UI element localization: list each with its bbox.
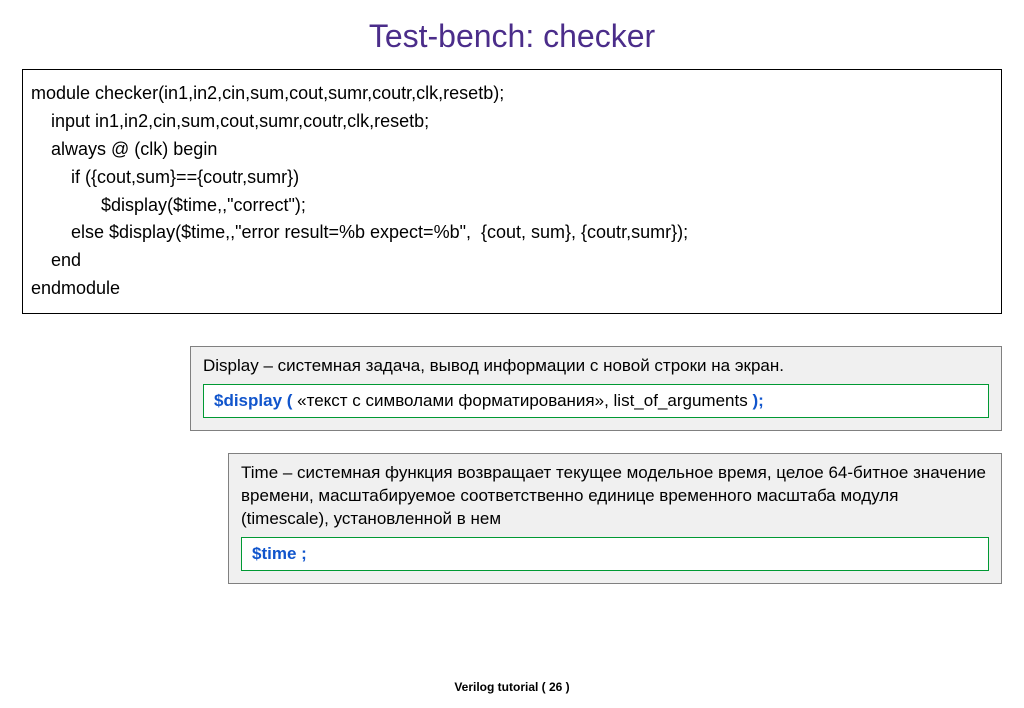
- code-line: else $display($time,,"error result=%b ex…: [31, 219, 991, 247]
- code-line: end: [31, 247, 991, 275]
- code-line: always @ (clk) begin: [31, 136, 991, 164]
- syntax-end: );: [752, 391, 763, 410]
- syntax-body: «текст с символами форматирования», list…: [297, 391, 752, 410]
- code-block: module checker(in1,in2,cin,sum,cout,sumr…: [22, 69, 1002, 314]
- syntax-keyword: $display (: [214, 391, 297, 410]
- syntax-keyword: $time ;: [252, 544, 307, 563]
- display-syntax-box: $display ( «текст с символами форматиров…: [203, 384, 989, 418]
- time-syntax-box: $time ;: [241, 537, 989, 571]
- code-line: if ({cout,sum}=={coutr,sumr}): [31, 164, 991, 192]
- slide-title: Test-bench: checker: [0, 0, 1024, 69]
- code-line: endmodule: [31, 275, 991, 303]
- code-line: $display($time,,"correct");: [31, 192, 991, 220]
- time-note-text: Time – системная функция возвращает теку…: [241, 462, 989, 531]
- display-note-text: Display – системная задача, вывод информ…: [203, 355, 989, 378]
- display-note-box: Display – системная задача, вывод информ…: [190, 346, 1002, 431]
- code-line: module checker(in1,in2,cin,sum,cout,sumr…: [31, 80, 991, 108]
- code-line: input in1,in2,cin,sum,cout,sumr,coutr,cl…: [31, 108, 991, 136]
- time-note-box: Time – системная функция возвращает теку…: [228, 453, 1002, 584]
- slide-footer: Verilog tutorial ( 26 ): [0, 680, 1024, 694]
